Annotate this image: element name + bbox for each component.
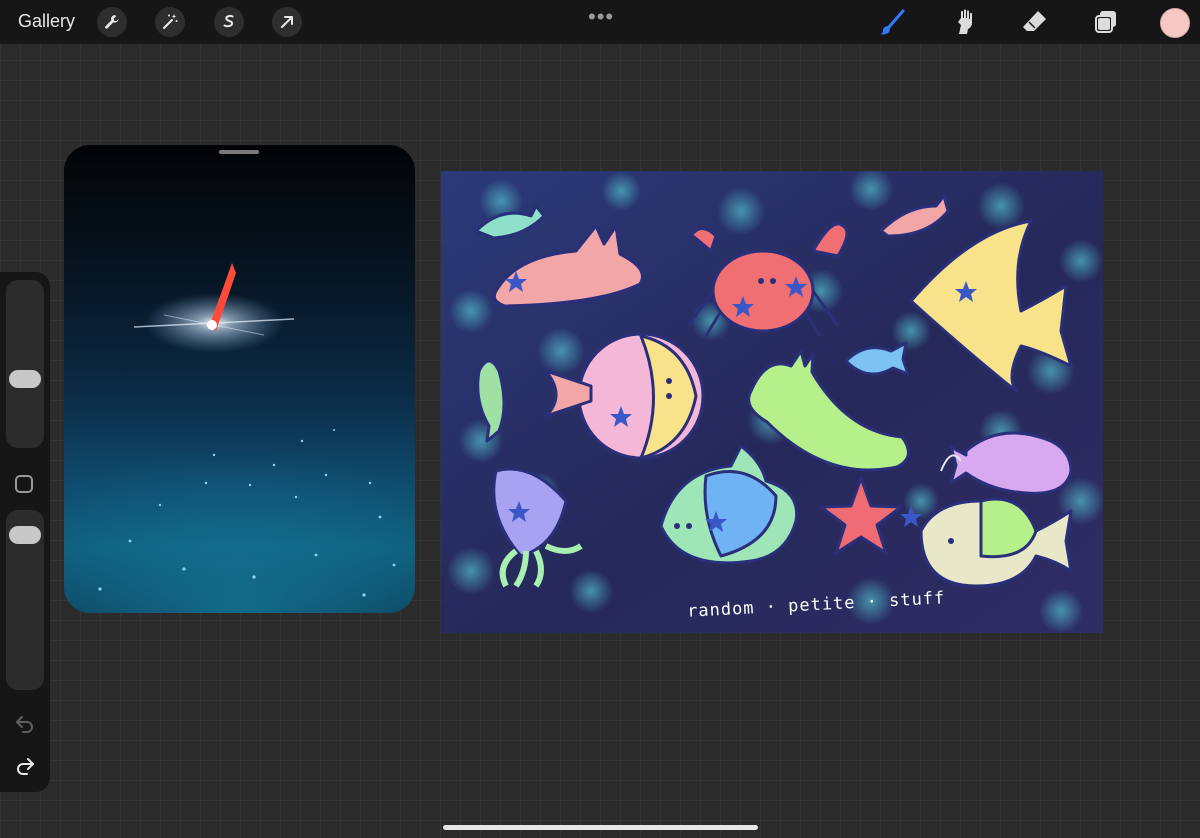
sea-creatures-illustration [441,171,1103,633]
undo-icon[interactable] [14,714,36,739]
layers-icon[interactable] [1092,8,1120,36]
brush-icon[interactable] [878,8,906,36]
smudge-icon[interactable] [950,8,978,36]
reference-image-window[interactable] [64,145,415,613]
modify-button[interactable] [15,475,33,493]
redo-icon[interactable] [14,756,36,781]
eraser-icon[interactable] [1021,8,1049,36]
transform-arrow-icon[interactable] [272,7,302,37]
brush-opacity-thumb[interactable] [9,526,41,544]
brush-size-thumb[interactable] [9,370,41,388]
color-picker-button[interactable] [1160,8,1190,38]
left-sidebar [0,272,50,792]
selection-icon[interactable] [214,7,244,37]
brush-size-slider[interactable] [6,280,44,448]
gallery-button[interactable]: Gallery [18,11,75,32]
home-indicator[interactable] [443,825,758,830]
canvas-artwork[interactable]: random · petite · stuff [441,171,1103,633]
magic-wand-icon[interactable] [155,7,185,37]
more-options-dots[interactable]: ••• [588,4,614,30]
reference-photo [64,263,415,613]
top-toolbar: Gallery ••• [0,0,1200,44]
wrench-icon[interactable] [97,7,127,37]
